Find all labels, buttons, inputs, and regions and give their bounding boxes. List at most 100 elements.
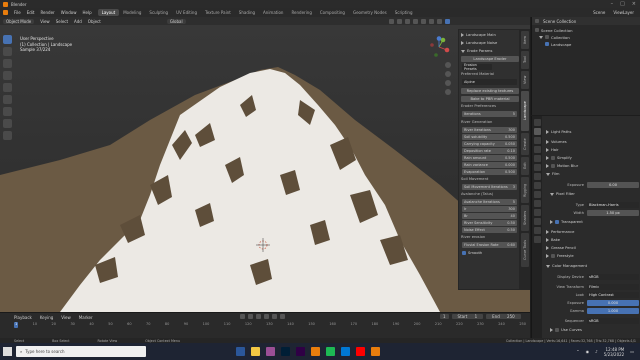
tab-shading[interactable]: Shading: [235, 9, 259, 16]
texture-props-icon[interactable]: [533, 236, 541, 243]
river-iterations-field[interactable]: River Iterations 300: [462, 127, 517, 133]
annotate-tool-icon[interactable]: [3, 107, 12, 116]
br-field[interactable]: Br 40: [462, 213, 517, 219]
constraints-props-icon[interactable]: [533, 209, 541, 216]
section-hair[interactable]: Hair: [546, 148, 559, 152]
transform-orientation-dropdown[interactable]: Global: [166, 18, 186, 24]
taskbar-app-icon[interactable]: [371, 347, 380, 356]
output-props-icon[interactable]: [533, 137, 541, 144]
start-frame-field[interactable]: Start 1: [451, 314, 484, 319]
panel-landscape-noise[interactable]: Landscape Noise: [461, 40, 519, 46]
display-device-dropdown[interactable]: Display Device sRGB: [544, 274, 639, 280]
scene-selector[interactable]: Scene: [593, 10, 605, 15]
erosion-presets-dropdown[interactable]: Erosion Presets: [462, 63, 492, 71]
menu-timeline-view[interactable]: View: [61, 315, 71, 320]
menu-view[interactable]: View: [40, 19, 50, 24]
current-frame-field[interactable]: 1: [440, 314, 449, 319]
tab-shaders[interactable]: Shaders: [521, 205, 529, 231]
select-tool-icon[interactable]: [3, 35, 12, 44]
filter-type-dropdown[interactable]: Type Blackman-Harris: [544, 202, 639, 208]
gamma-field[interactable]: Gamma 1.000: [544, 308, 639, 314]
menu-render[interactable]: Render: [40, 10, 54, 15]
river-sensitivity-field[interactable]: River Sensitivity 0.50: [462, 220, 517, 226]
tab-curve-tools[interactable]: Curve Tools: [521, 233, 529, 267]
next-keyframe-icon[interactable]: [272, 314, 277, 319]
menu-help[interactable]: Help: [82, 10, 91, 15]
view-transform-dropdown[interactable]: View Transform Filmic: [544, 284, 639, 290]
material-dropdown[interactable]: Alpine: [462, 79, 517, 85]
avalanche-iterations-field[interactable]: Avalanche Iterations 5: [462, 199, 517, 205]
tab-compositing[interactable]: Compositing: [316, 9, 349, 16]
menu-file[interactable]: File: [14, 10, 21, 15]
render-props-icon[interactable]: [533, 128, 541, 135]
deposition-rate-field[interactable]: Deposition rate 0.10: [462, 148, 517, 154]
pan-icon[interactable]: [445, 71, 451, 77]
replace-textures-button[interactable]: Replace existing textures: [461, 88, 519, 94]
physics-props-icon[interactable]: [533, 200, 541, 207]
menu-keying[interactable]: Keying: [40, 315, 53, 320]
jump-end-icon[interactable]: [280, 314, 285, 319]
rain-amount-field[interactable]: Rain amount 0.500: [462, 155, 517, 161]
outliner-row-collection[interactable]: Collection: [539, 34, 570, 40]
section-performance[interactable]: Performance: [546, 230, 574, 234]
tab-modeling[interactable]: Modeling: [119, 9, 145, 16]
taskbar-app-icon[interactable]: [251, 347, 260, 356]
shading-solid-icon[interactable]: [429, 18, 434, 24]
zoom-icon[interactable]: [445, 62, 451, 68]
ir-field[interactable]: Ir 300: [462, 206, 517, 212]
rotate-tool-icon[interactable]: [3, 71, 12, 80]
notification-icon[interactable]: ▭: [630, 349, 634, 354]
tab-scripting[interactable]: Scripting: [391, 9, 417, 16]
noise-effect-field[interactable]: Noise Effect 0.50: [462, 227, 517, 233]
taskbar-clock[interactable]: 12:48 PM 5/23/2022: [604, 347, 625, 357]
smooth-checkbox[interactable]: Smooth: [462, 250, 520, 256]
bake-pbr-button[interactable]: Bake to PBR material: [461, 96, 519, 102]
tab-edit[interactable]: Edit: [521, 157, 529, 175]
section-pixel-filter[interactable]: Pixel Filter: [550, 192, 575, 196]
tab-texture-paint[interactable]: Texture Paint: [201, 9, 235, 16]
frame-ruler[interactable]: 1 10 20 30 40 50 60 70 80 90 100 110 120…: [14, 322, 526, 328]
shading-rendered-icon[interactable]: [445, 18, 450, 24]
taskbar-app-icon[interactable]: [356, 347, 365, 356]
modifier-props-icon[interactable]: [533, 182, 541, 189]
object-props-icon[interactable]: [533, 173, 541, 180]
section-color-management[interactable]: Color Management: [546, 264, 587, 268]
tab-create[interactable]: Create: [521, 133, 529, 155]
cm-exposure-field[interactable]: Exposure 0.000: [544, 300, 639, 306]
section-bake[interactable]: Bake: [546, 238, 560, 242]
tab-item[interactable]: Item: [521, 31, 529, 49]
taskbar-app-icon[interactable]: [281, 347, 290, 356]
system-tray-icon[interactable]: ⌃: [576, 349, 579, 354]
outliner-row-landscape[interactable]: Landscape: [545, 41, 571, 47]
scene-props-icon[interactable]: [533, 155, 541, 162]
panel-landscape-main[interactable]: Landscape Main: [461, 32, 519, 38]
menu-edit[interactable]: Edit: [27, 10, 35, 15]
motion-blur-checkbox[interactable]: [551, 164, 555, 168]
viewlayer-selector[interactable]: ViewLayer: [613, 10, 634, 15]
scale-tool-icon[interactable]: [3, 83, 12, 92]
ortho-toggle-icon[interactable]: [445, 89, 451, 95]
filter-width-field[interactable]: Width 1.50 px: [544, 210, 639, 216]
tab-view[interactable]: View: [521, 71, 529, 89]
view-layer-props-icon[interactable]: [533, 146, 541, 153]
menu-add[interactable]: Add: [74, 19, 82, 24]
taskbar-app-icon[interactable]: [296, 347, 305, 356]
freestyle-checkbox[interactable]: [551, 254, 555, 258]
section-simplify[interactable]: Simplify: [546, 156, 572, 160]
iterations-field[interactable]: Iterations 5: [462, 111, 517, 117]
windows-start-icon[interactable]: [3, 347, 12, 356]
shading-material-icon[interactable]: [437, 18, 442, 24]
rain-variance-field[interactable]: Rain variance 0.000: [462, 162, 517, 168]
sequencer-dropdown[interactable]: Sequencer sRGB: [544, 318, 639, 324]
section-volumes[interactable]: Volumes: [546, 140, 567, 144]
outliner-row-scene-collection[interactable]: Scene Collection: [535, 27, 573, 33]
simplify-checkbox[interactable]: [551, 156, 555, 160]
fluvial-erosion-rate-field[interactable]: Fluvial Erosion Rate 0.60: [462, 242, 517, 248]
play-icon[interactable]: [264, 314, 269, 319]
taskbar-app-icon[interactable]: [341, 347, 350, 356]
end-frame-field[interactable]: End 250: [486, 314, 521, 319]
network-icon[interactable]: ◉: [586, 349, 590, 354]
taskbar-app-icon[interactable]: [311, 347, 320, 356]
menu-object[interactable]: Object: [88, 19, 101, 24]
soil-movement-iterations-field[interactable]: Soil Movement Iterations 3: [462, 184, 517, 190]
